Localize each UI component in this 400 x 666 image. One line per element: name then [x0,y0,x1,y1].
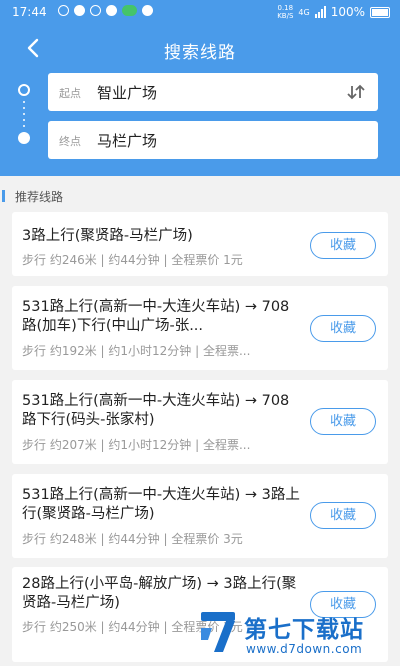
status-right-group: 0.18 KB/S 4G 100% [277,4,390,20]
route-card[interactable]: 531路上行(高新一中-大连火车站) → 708路(加车)下行(中山广场-张..… [12,286,388,370]
watermark-url: www.d7down.com [246,642,363,656]
page-title: 搜索线路 [164,43,236,63]
route-card[interactable]: 531路上行(高新一中-大连火车站) → 3路上行(聚贤路-马栏广场) 步行 约… [12,474,388,558]
route-meta: 步行 约248米 | 约44分钟 | 全程票价 3元 [22,532,243,546]
status-time: 17:44 [12,5,47,19]
start-value: 智业广场 [97,84,158,102]
end-point-field[interactable]: 终点 马栏广场 [48,121,378,159]
route-meta: 步行 约192米 | 约1小时12分钟 | 全程票... [22,344,251,358]
section-title: 推荐线路 [15,190,64,204]
favorite-button[interactable]: 收藏 [310,408,376,435]
status-notification-icons [58,5,153,16]
favorite-button[interactable]: 收藏 [310,502,376,529]
app-p-icon [106,5,117,16]
favorite-button[interactable]: 收藏 [310,315,376,342]
recommended-section-header: 推荐线路 [0,186,400,206]
route-card[interactable]: 3路上行(聚贤路-马栏广场) 步行 约246米 | 约44分钟 | 全程票价 1… [12,212,388,276]
start-label: 起点 [59,87,81,100]
watermark: 第七下载站 www.d7down.com [198,604,394,662]
watermark-name: 第七下载站 [244,617,364,643]
swap-icon[interactable] [346,83,366,101]
status-bar: 17:44 0.18 KB/S 4G 100% [0,0,400,24]
start-dot-icon [18,84,30,96]
network-type: 4G [298,7,310,17]
notification-icon [74,5,85,16]
watermark-logo-icon [201,612,235,652]
end-label: 终点 [59,135,81,148]
route-meta: 步行 约207米 | 约1小时12分钟 | 全程票... [22,438,251,452]
route-title: 531路上行(高新一中-大连火车站) → 3路上行(聚贤路-马栏广场) [22,487,300,522]
favorite-button[interactable]: 收藏 [310,232,376,259]
start-point-field[interactable]: 起点 智业广场 [48,73,378,111]
route-dots-indicator [16,84,32,144]
end-dot-icon [18,132,30,144]
route-title: 3路上行(聚贤路-马栏广场) [22,228,193,244]
cloud-icon [142,5,153,16]
header: 17:44 0.18 KB/S 4G 100% 搜索线路 起点 智业广场 终点 … [0,0,400,176]
route-title: 531路上行(高新一中-大连火车站) → 708路(加车)下行(中山广场-张..… [22,299,290,334]
section-accent-bar [2,190,5,202]
sync-icon [58,5,69,16]
end-value: 马栏广场 [97,132,158,150]
network-speed: 0.18 KB/S [277,4,294,20]
battery-percent: 100% [330,5,365,19]
route-meta: 步行 约246米 | 约44分钟 | 全程票价 1元 [22,253,243,267]
wechat-icon [122,5,137,16]
signal-icon [314,6,326,18]
app-icon [90,5,101,16]
route-title: 531路上行(高新一中-大连火车站) → 708路下行(码头-张家村) [22,393,290,428]
battery-icon [370,6,390,18]
route-card[interactable]: 531路上行(高新一中-大连火车站) → 708路下行(码头-张家村) 步行 约… [12,380,388,464]
